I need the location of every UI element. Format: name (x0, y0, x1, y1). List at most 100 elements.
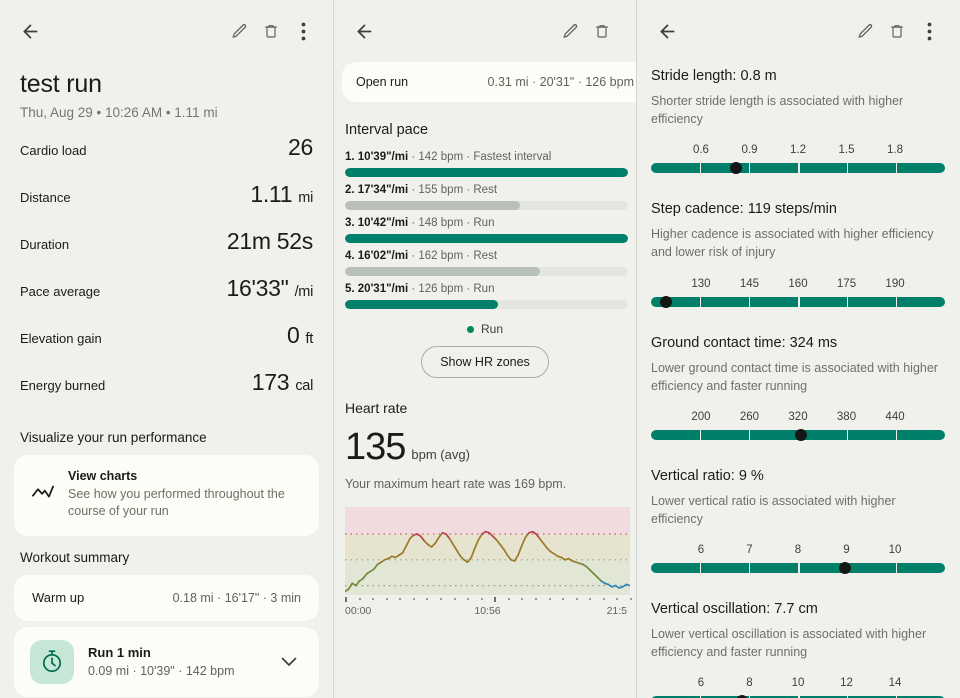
pencil-icon[interactable] (223, 15, 255, 47)
axis-tick (535, 598, 537, 600)
stat-unit: ft (305, 331, 314, 347)
metric-slider-divider (748, 563, 751, 573)
metric-title: Vertical oscillation: 7.7 cm (651, 601, 818, 617)
page-title: test run (20, 70, 102, 98)
interval-row[interactable]: 4. 16'02"/mi · 162 bpm · Rest (334, 243, 636, 276)
metric-tick-label: 0.6 (692, 144, 709, 157)
stat-row: Energy burned 173 cal (0, 369, 333, 416)
stat-unit: /mi (294, 284, 314, 300)
open-run-card[interactable]: Open run 0.31 mi · 20'31" · 126 bpm (342, 62, 636, 102)
interval-row[interactable]: 2. 17'34"/mi · 155 bpm · Rest (334, 177, 636, 210)
stat-value: 173 cal (251, 369, 314, 395)
axis-tick (602, 598, 605, 600)
metric-tick-label: 10 (791, 677, 805, 690)
trash-icon[interactable] (586, 15, 618, 47)
heart-rate-value: 135 (345, 426, 406, 468)
more-vertical-icon[interactable] (287, 15, 319, 47)
panel-running-form-metrics: Stride length: 0.8 m Shorter stride lengt… (636, 0, 959, 698)
visualize-header: Visualize your run performance (20, 430, 207, 445)
interval-list: 1. 10'39"/mi · 142 bpm · Fastest interva… (334, 144, 636, 309)
metric-slider-divider (846, 296, 849, 307)
interval-bar-fill (345, 168, 628, 177)
pencil-icon[interactable] (554, 15, 586, 47)
interval-label: 3. 10'42"/mi · 148 bpm · Run (345, 217, 495, 229)
metric-tick-label: 14 (888, 677, 902, 690)
metric-slider-divider (895, 429, 898, 440)
metric-slider-divider (798, 563, 800, 573)
metric-block: Ground contact time: 324 ms Lower ground … (637, 329, 959, 441)
trending-chart-icon (32, 484, 54, 505)
metric-slider[interactable] (651, 162, 945, 175)
interval-label: 4. 16'02"/mi · 162 bpm · Rest (345, 250, 498, 262)
metric-tick-label: 6 (697, 677, 705, 690)
chevron-down-icon[interactable] (273, 646, 305, 678)
show-hr-zones-button[interactable]: Show HR zones (421, 346, 549, 378)
summary-card-run[interactable]: Run 1 min 0.09 mi · 10'39" · 142 bpm (14, 626, 319, 697)
more-vertical-icon[interactable] (913, 15, 945, 47)
heart-rate-chart[interactable] (344, 507, 636, 595)
view-charts-description: See how you performed throughout the cou… (68, 487, 285, 518)
stat-row: Pace average 16'33" /mi (0, 275, 333, 322)
view-charts-title: View charts (68, 469, 138, 483)
trash-icon[interactable] (255, 15, 287, 47)
metric-block: Step cadence: 119 steps/min Higher cadenc… (637, 195, 959, 308)
metric-gap (637, 307, 959, 329)
metric-title: Vertical ratio: 9 % (651, 467, 764, 484)
stat-row: Distance 1.11 mi (0, 181, 333, 228)
axis-tick (385, 598, 388, 600)
stat-value: 16'33" /mi (226, 275, 314, 301)
legend-dot-icon (466, 325, 474, 333)
interval-row[interactable]: 1. 10'39"/mi · 142 bpm · Fastest interva… (334, 144, 636, 177)
heart-rate-note: Your maximum heart rate was 169 bpm. (345, 477, 567, 491)
axis-tick (480, 598, 483, 600)
heart-rate-header: Heart rate (345, 400, 408, 416)
summary-card-warmup[interactable]: Warm up 0.18 mi · 16'17" · 3 min (14, 574, 319, 621)
interval-bar-track (345, 300, 628, 309)
stat-label: Energy burned (20, 378, 106, 393)
axis-label: 00:00 (345, 605, 372, 617)
interval-bar-track (345, 201, 628, 210)
summary-item-meta: 0.18 mi · 16'17" · 3 min (172, 590, 301, 605)
interval-row[interactable]: 3. 10'42"/mi · 148 bpm · Run (334, 210, 636, 243)
workout-summary-header: Workout summary (20, 549, 130, 565)
metric-gap (637, 440, 959, 462)
axis-label: 10:56 (474, 605, 501, 617)
stat-value: 26 (288, 134, 313, 160)
open-run-name: Open run (356, 75, 409, 89)
pencil-icon[interactable] (849, 15, 881, 47)
stat-label: Elevation gain (20, 331, 102, 346)
metric-tick-labels: 6 7 8 9 10 (651, 544, 945, 559)
axis-tick (426, 598, 429, 600)
axis-tick (507, 598, 510, 600)
panel-interval-heartrate: Open run 0.31 mi · 20'31" · 126 bpm Inte… (333, 0, 636, 698)
metric-slider-divider (699, 296, 702, 307)
metric-tick-label: 0.9 (741, 144, 758, 157)
stopwatch-icon (30, 639, 74, 684)
metric-slider-divider (798, 163, 800, 174)
view-charts-card[interactable]: View charts See how you performed throug… (14, 455, 319, 536)
metric-slider-divider (895, 563, 898, 573)
interval-label: 2. 17'34"/mi · 155 bpm · Rest (345, 184, 498, 196)
stat-row: Cardio load 26 (0, 134, 333, 181)
metric-tick-labels: 0.6 0.9 1.2 1.5 1.8 (651, 144, 945, 159)
metric-slider[interactable] (651, 428, 945, 441)
metric-slider-marker (839, 562, 852, 574)
axis-tick (345, 597, 347, 602)
stat-value: 1.11 mi (250, 181, 313, 207)
metric-slider[interactable] (651, 562, 945, 574)
back-icon[interactable] (651, 15, 683, 47)
trash-icon[interactable] (881, 15, 913, 47)
stat-row: Elevation gain 0 ft (0, 322, 333, 369)
interval-row[interactable]: 5. 20'31"/mi · 126 bpm · Run (334, 276, 636, 309)
metric-tick-label: 160 (788, 277, 808, 290)
metric-slider-divider (699, 563, 702, 573)
interval-label: 1. 10'39"/mi · 142 bpm · Fastest interva… (345, 151, 552, 163)
metric-slider[interactable] (651, 295, 945, 308)
axis-tick (358, 598, 361, 600)
back-icon[interactable] (348, 15, 380, 47)
stats-list: Cardio load 26 Distance 1.11 mi Duration 21m … (0, 134, 333, 416)
metric-slider-divider (699, 429, 702, 440)
back-icon[interactable] (14, 15, 46, 47)
metric-slider-divider (846, 429, 849, 440)
axis-tick (399, 598, 402, 600)
